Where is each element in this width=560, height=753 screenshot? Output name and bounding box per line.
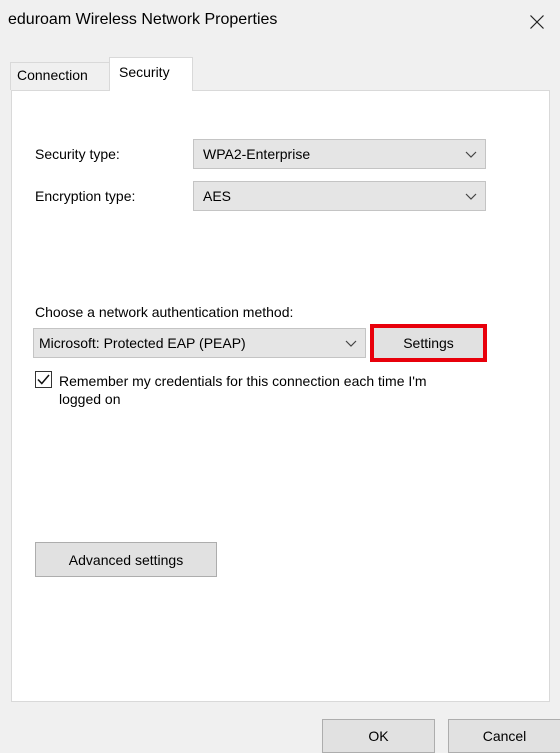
ok-button[interactable]: OK	[322, 719, 435, 753]
cancel-button[interactable]: Cancel	[448, 719, 560, 753]
remember-credentials-checkbox[interactable]	[35, 371, 52, 388]
window-title: eduroam Wireless Network Properties	[8, 11, 278, 28]
auth-method-dropdown[interactable]: Microsoft: Protected EAP (PEAP)	[33, 328, 366, 358]
title-bar: eduroam Wireless Network Properties	[0, 0, 560, 44]
chevron-down-icon	[457, 182, 485, 210]
security-type-value: WPA2-Enterprise	[203, 146, 311, 162]
remember-credentials-label: Remember my credentials for this connect…	[59, 373, 427, 407]
close-button[interactable]	[514, 0, 560, 44]
auth-method-value: Microsoft: Protected EAP (PEAP)	[39, 335, 246, 351]
advanced-settings-button[interactable]: Advanced settings	[35, 542, 217, 577]
tab-security[interactable]: Security	[109, 57, 193, 91]
close-icon	[530, 15, 544, 29]
chevron-down-icon	[337, 329, 365, 357]
encryption-type-dropdown[interactable]: AES	[193, 181, 486, 211]
security-type-label: Security type:	[35, 146, 120, 162]
checkmark-icon	[37, 374, 50, 385]
auth-method-label: Choose a network authentication method:	[35, 304, 294, 320]
encryption-type-label: Encryption type:	[35, 188, 136, 204]
chevron-down-icon	[457, 140, 485, 168]
settings-button[interactable]: Settings	[370, 324, 487, 362]
encryption-type-value: AES	[203, 188, 232, 204]
tab-connection[interactable]: Connection	[10, 62, 110, 90]
security-type-dropdown[interactable]: WPA2-Enterprise	[193, 139, 486, 169]
